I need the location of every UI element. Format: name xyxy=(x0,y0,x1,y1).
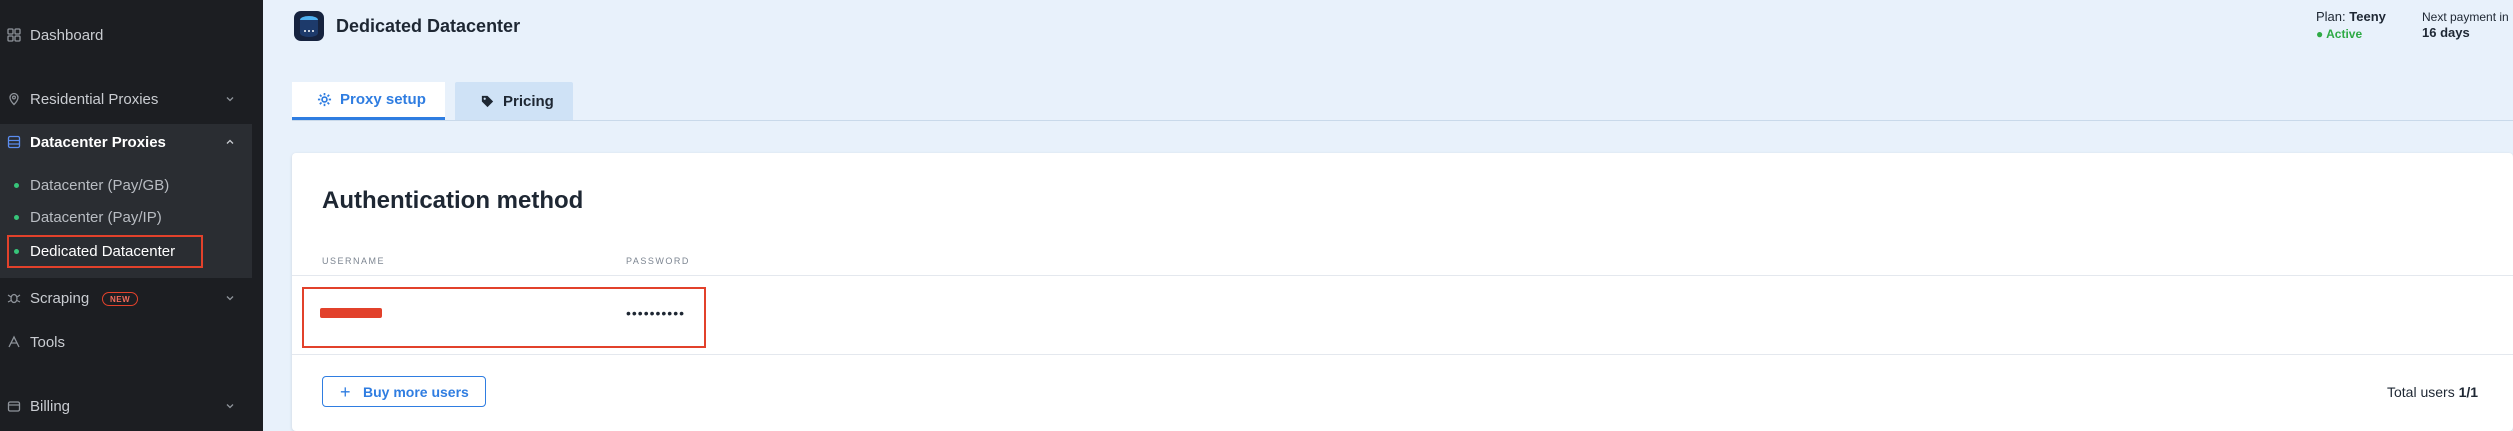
chevron-down-icon[interactable] xyxy=(224,292,236,304)
chevron-down-icon[interactable] xyxy=(224,93,236,105)
status-dot-icon xyxy=(14,214,19,220)
authentication-card: Authentication method USERNAME PASSWORD … xyxy=(292,153,2513,431)
tab-divider xyxy=(292,120,2513,121)
table-divider xyxy=(292,275,2513,276)
new-badge: NEW xyxy=(102,292,139,306)
total-users-label: Total users xyxy=(2387,384,2455,400)
grid-icon xyxy=(7,28,21,42)
sidebar-item-label: Residential Proxies xyxy=(30,90,159,108)
sidebar-item-billing[interactable]: Billing xyxy=(0,386,263,426)
sidebar-subitem-label: Datacenter (Pay/IP) xyxy=(30,208,162,226)
wallet-icon xyxy=(7,401,21,412)
plus-icon: + xyxy=(340,382,351,402)
column-header-username: USERNAME xyxy=(322,256,386,266)
sidebar-subitem-datacenter-pay-gb[interactable]: Datacenter (Pay/GB) xyxy=(0,170,252,200)
total-users: Total users 1/1 xyxy=(2387,384,2478,400)
sidebar-item-tools[interactable]: Tools xyxy=(0,322,263,362)
total-users-value: 1/1 xyxy=(2458,384,2479,400)
tools-icon xyxy=(8,335,20,348)
tab-label: Proxy setup xyxy=(340,91,426,108)
tab-pricing[interactable]: Pricing xyxy=(455,82,573,120)
table-row-highlight xyxy=(302,287,706,348)
sidebar-subitem-label: Datacenter (Pay/GB) xyxy=(30,176,170,194)
card-title: Authentication method xyxy=(322,187,584,214)
status-dot-icon xyxy=(14,182,19,188)
next-payment-label: Next payment in xyxy=(2422,10,2509,24)
sidebar-item-label: Dashboard xyxy=(30,26,104,44)
sidebar-item-label: Datacenter Proxies xyxy=(30,133,166,151)
server-icon xyxy=(7,135,21,149)
gear-icon xyxy=(317,92,332,107)
plan-label: Plan: xyxy=(2316,9,2346,24)
table-divider xyxy=(292,354,2513,355)
selection-highlight xyxy=(7,235,203,268)
sidebar-subitem-datacenter-pay-ip[interactable]: Datacenter (Pay/IP) xyxy=(0,202,252,232)
next-payment-value: 16 days xyxy=(2422,25,2470,40)
plan-info: Plan: Teeny xyxy=(2316,9,2386,24)
column-header-password: PASSWORD xyxy=(626,256,690,266)
plan-status-badge: ● Active xyxy=(2316,27,2363,41)
plan-name: Teeny xyxy=(2349,9,2386,24)
tag-icon xyxy=(481,95,494,107)
location-pin-icon xyxy=(9,92,19,106)
chevron-down-icon[interactable] xyxy=(224,400,236,412)
page-title: Dedicated Datacenter xyxy=(336,16,521,36)
sidebar-item-dashboard[interactable]: Dashboard xyxy=(0,15,263,55)
sidebar-item-datacenter-proxies[interactable]: Datacenter Proxies xyxy=(0,122,263,162)
chevron-up-icon[interactable] xyxy=(224,136,236,148)
button-label: Buy more users xyxy=(363,383,469,400)
sidebar-item-label: Billing xyxy=(30,397,71,415)
tab-label: Pricing xyxy=(503,92,554,110)
bug-icon xyxy=(7,293,21,304)
sidebar-item-label: Tools xyxy=(30,333,66,351)
sidebar-item-label: Scraping xyxy=(30,289,90,307)
sidebar-item-residential-proxies[interactable]: Residential Proxies xyxy=(0,79,263,119)
datacenter-logo-icon xyxy=(294,11,324,41)
tab-proxy-setup[interactable]: Proxy setup xyxy=(292,82,445,120)
buy-more-users-button[interactable]: + Buy more users xyxy=(322,376,486,407)
sidebar: Dashboard Residential Proxies Datacenter… xyxy=(0,0,263,431)
